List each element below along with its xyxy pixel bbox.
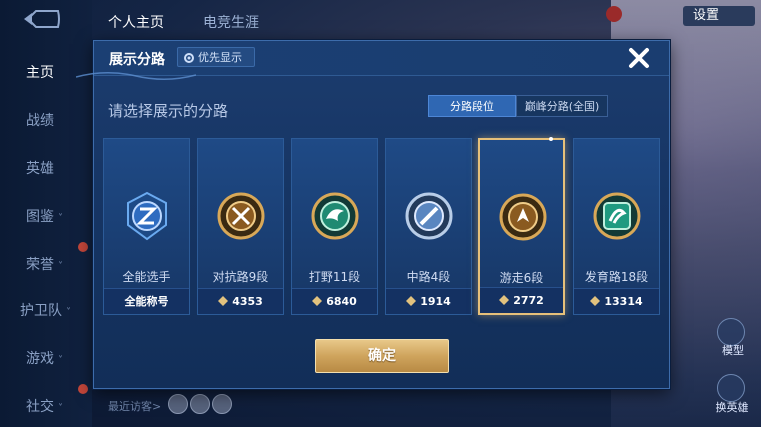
card-footer: 4353 bbox=[198, 288, 283, 314]
notification-badge bbox=[78, 384, 88, 394]
points-icon bbox=[590, 296, 601, 306]
sidebar-item-honor[interactable]: 荣誉 ˅ bbox=[0, 254, 92, 274]
chevron-down-icon: ˅ bbox=[58, 213, 63, 224]
priority-display-button[interactable]: 优先显示 bbox=[177, 47, 255, 67]
points-icon bbox=[499, 295, 510, 305]
lane-card-jungle[interactable]: 打野11段 6840 bbox=[291, 138, 378, 315]
dialog-subtitle: 请选择展示的分路 bbox=[108, 102, 229, 120]
mid-lane-emblem-icon bbox=[405, 192, 453, 240]
chevron-down-icon: ˅ bbox=[58, 261, 63, 272]
sidebar-item-record[interactable]: 战绩 bbox=[0, 110, 92, 130]
change-hero-icon[interactable] bbox=[717, 374, 745, 402]
tab-esports-career[interactable]: 电竞生涯 bbox=[203, 12, 259, 32]
settings-button[interactable]: 设置 bbox=[683, 6, 755, 26]
clash-lane-emblem-icon bbox=[217, 192, 265, 240]
jungle-emblem-icon bbox=[311, 192, 359, 240]
notification-badge bbox=[78, 242, 88, 252]
tab-peak-lane[interactable]: 巅峰分路(全国) bbox=[516, 95, 608, 117]
card-footer: 1914 bbox=[386, 288, 471, 314]
all-round-emblem-icon bbox=[127, 191, 167, 241]
change-hero-button[interactable]: 换英雄 bbox=[707, 399, 757, 415]
chevron-down-icon: ˅ bbox=[58, 355, 63, 366]
back-arrow-icon[interactable] bbox=[22, 8, 62, 30]
tab-personal-home[interactable]: 个人主页 bbox=[108, 12, 164, 32]
lane-card-roam[interactable]: 游走6段 2772 bbox=[478, 137, 565, 315]
sidebar-item-games[interactable]: 游戏 ˅ bbox=[0, 348, 92, 368]
selection-marker bbox=[549, 137, 553, 141]
farm-lane-emblem-icon bbox=[593, 192, 641, 240]
sidebar-item-social[interactable]: 社交 ˅ bbox=[0, 396, 92, 416]
points-icon bbox=[406, 296, 417, 306]
sidebar-item-guard[interactable]: 护卫队 ˅ bbox=[0, 300, 92, 320]
lane-card-farm-lane[interactable]: 发育路18段 13314 bbox=[573, 138, 660, 315]
lane-card-all-round[interactable]: 全能选手 全能称号 bbox=[103, 138, 190, 315]
avatar[interactable] bbox=[212, 394, 232, 414]
avatar[interactable] bbox=[190, 394, 210, 414]
points-icon bbox=[218, 296, 229, 306]
card-footer: 13314 bbox=[574, 288, 659, 314]
recent-visitors-link[interactable]: 最近访客> bbox=[108, 398, 161, 414]
sidebar-item-codex[interactable]: 图鉴 ˅ bbox=[0, 206, 92, 226]
lane-card-clash-lane[interactable]: 对抗路9段 4353 bbox=[197, 138, 284, 315]
dialog-title: 展示分路 bbox=[109, 52, 165, 68]
card-footer: 6840 bbox=[292, 288, 377, 314]
avatar[interactable] bbox=[168, 394, 188, 414]
card-footer: 全能称号 bbox=[104, 288, 189, 314]
model-button[interactable]: 模型 bbox=[713, 342, 753, 358]
confirm-button[interactable]: 确定 bbox=[315, 339, 449, 373]
points-icon bbox=[312, 296, 323, 306]
avatar bbox=[606, 6, 622, 22]
tab-lane-rank[interactable]: 分路段位 bbox=[428, 95, 516, 117]
lane-display-dialog: 展示分路 优先显示 请选择展示的分路 分路段位 巅峰分路(全国) 全能选手 全能… bbox=[76, 40, 670, 389]
decorative-swirl bbox=[76, 72, 196, 80]
lane-card-mid-lane[interactable]: 中路4段 1914 bbox=[385, 138, 472, 315]
gear-icon bbox=[184, 53, 194, 63]
chevron-down-icon: ˅ bbox=[66, 307, 71, 318]
chevron-down-icon: ˅ bbox=[58, 403, 63, 414]
sidebar-item-heroes[interactable]: 英雄 bbox=[0, 158, 92, 178]
close-icon[interactable] bbox=[624, 43, 654, 73]
sidebar: 主页 战绩 英雄 图鉴 ˅ 荣誉 ˅ 护卫队 ˅ 游戏 ˅ 社交 ˅ bbox=[0, 0, 92, 427]
card-footer: 2772 bbox=[480, 287, 563, 313]
roam-emblem-icon bbox=[499, 193, 547, 241]
